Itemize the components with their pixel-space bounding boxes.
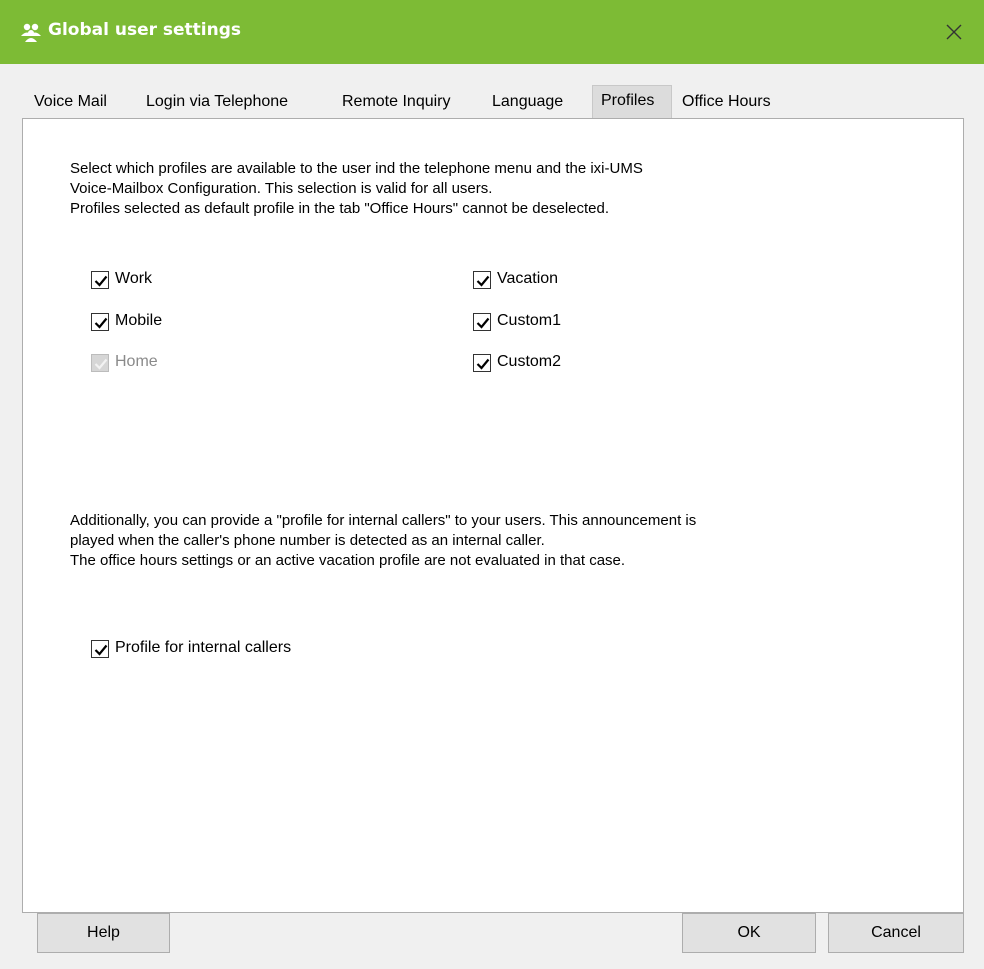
checkmark-icon	[476, 317, 490, 329]
help-button[interactable]: Help	[37, 913, 170, 953]
checkbox-box	[91, 640, 109, 658]
checkmark-icon	[476, 275, 490, 287]
checkmark-icon	[94, 275, 108, 287]
tab-language[interactable]: Language	[484, 87, 571, 118]
internal-callers-description: Additionally, you can provide a "profile…	[70, 512, 697, 569]
checkbox-box	[473, 313, 491, 331]
cancel-button[interactable]: Cancel	[828, 913, 964, 953]
checkbox-box	[91, 313, 109, 331]
checkbox-label: Home	[115, 353, 158, 370]
checkbox-box	[473, 354, 491, 372]
checkbox-label: Custom2	[497, 353, 562, 370]
checkbox-label: Custom1	[497, 312, 562, 329]
checkbox-label: Mobile	[115, 312, 163, 329]
tab-remote-inquiry[interactable]: Remote Inquiry	[334, 87, 459, 118]
checkbox-box	[91, 354, 109, 372]
ok-button[interactable]: OK	[682, 913, 816, 953]
checkbox-label: Vacation	[497, 270, 559, 287]
checkbox-box	[91, 271, 109, 289]
tab-login-via-telephone[interactable]: Login via Telephone	[138, 87, 296, 118]
close-icon	[946, 24, 962, 40]
tab-voice-mail[interactable]: Voice Mail	[26, 87, 115, 118]
tab-profiles[interactable]: Profiles	[592, 85, 672, 118]
checkmark-icon	[94, 358, 108, 370]
profiles-description: Select which profiles are available to t…	[70, 160, 643, 217]
checkbox-box	[473, 271, 491, 289]
checkmark-icon	[94, 644, 108, 656]
checkmark-icon	[476, 358, 490, 370]
checkbox-label: Profile for internal callers	[115, 639, 292, 656]
users-icon	[20, 22, 42, 42]
profiles-panel: Select which profiles are available to t…	[22, 118, 964, 913]
window-title: Global user settings	[48, 20, 242, 40]
checkmark-icon	[94, 317, 108, 329]
tab-office-hours[interactable]: Office Hours	[674, 87, 779, 118]
title-bar: Global user settings	[0, 0, 984, 64]
checkbox-label: Work	[115, 270, 153, 287]
close-button[interactable]	[940, 18, 968, 46]
